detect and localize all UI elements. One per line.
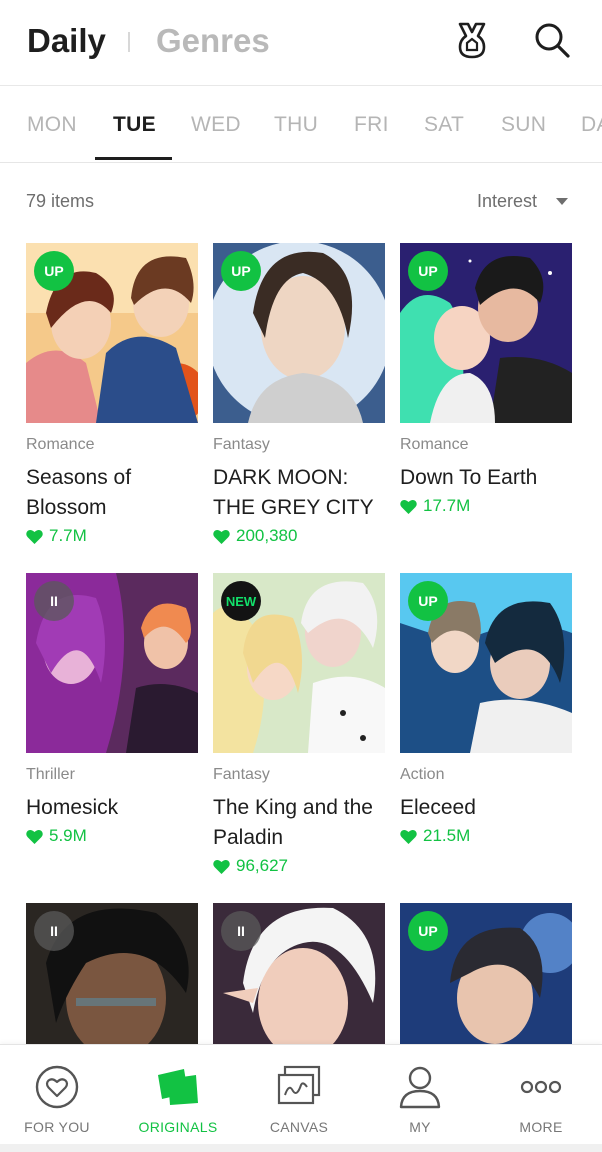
like-value: 17.7M — [423, 496, 471, 515]
comic-thumbnail[interactable]: NEW — [213, 573, 385, 753]
nav-label: ORIGINALS — [138, 1119, 218, 1135]
status-badge: UP — [34, 251, 74, 291]
bottom-nav: FOR YOU ORIGINALS CANVAS MY MORE — [0, 1044, 602, 1144]
item-count: 79 items — [26, 191, 95, 211]
comic-title: Homesick — [26, 796, 119, 819]
comic-thumbnail[interactable]: UP — [213, 243, 385, 423]
like-count: 17.7M — [400, 496, 470, 516]
comic-title: Down To Earth — [400, 466, 538, 489]
nav-for-you[interactable]: FOR YOU — [0, 1045, 117, 1145]
tab-tue[interactable]: TUE — [113, 113, 156, 137]
nav-originals[interactable]: ORIGINALS — [118, 1045, 238, 1145]
comic-thumbnail[interactable]: UP — [26, 243, 198, 423]
nav-label: MORE — [519, 1119, 563, 1135]
tab-daily-pass[interactable]: DA — [581, 113, 602, 137]
originals-icon[interactable] — [154, 1063, 202, 1111]
comic-genre: Fantasy — [213, 436, 270, 453]
nav-label: MY — [409, 1119, 431, 1135]
tab-sun[interactable]: SUN — [501, 113, 546, 137]
more-icon[interactable] — [517, 1063, 565, 1111]
heart-icon — [213, 529, 230, 544]
like-count: 7.7M — [26, 526, 87, 546]
caret-down-icon[interactable] — [556, 198, 568, 205]
paused-badge: II — [34, 581, 74, 621]
comic-thumbnail[interactable]: UP — [400, 573, 572, 753]
sort-dropdown[interactable]: Interest — [477, 191, 537, 212]
comic-thumbnail[interactable]: II — [26, 573, 198, 753]
comic-genre: Thriller — [26, 766, 75, 783]
heart-icon — [26, 529, 43, 544]
comic-title: Eleceed — [400, 796, 476, 819]
comic-genre: Fantasy — [213, 766, 270, 783]
new-badge: NEW — [221, 581, 261, 621]
tab-thu[interactable]: THU — [274, 113, 318, 137]
status-badge: UP — [408, 911, 448, 951]
paused-badge: II — [221, 911, 261, 951]
like-count: 21.5M — [400, 826, 470, 846]
day-tabs: MON TUE WED THU FRI SAT SUN DA — [0, 87, 602, 163]
tab-mon[interactable]: MON — [27, 113, 77, 137]
comic-genre: Action — [400, 766, 445, 783]
tab-wed[interactable]: WED — [191, 113, 241, 137]
nav-label: FOR YOU — [24, 1119, 90, 1135]
like-count: 5.9M — [26, 826, 87, 846]
nav-more[interactable]: MORE — [481, 1045, 601, 1145]
nav-my[interactable]: MY — [360, 1045, 480, 1145]
status-badge: UP — [221, 251, 261, 291]
like-value: 21.5M — [423, 826, 471, 845]
like-value: 96,627 — [236, 856, 288, 875]
comic-title: Seasons of Blossom — [26, 466, 132, 519]
heart-icon — [400, 499, 417, 514]
heart-icon — [213, 859, 230, 874]
comic-title: DARK MOON: THE GREY CITY — [213, 466, 374, 519]
tab-genres[interactable]: Genres — [156, 22, 270, 60]
active-tab-indicator — [95, 157, 172, 160]
top-header: Daily Genres — [0, 0, 602, 86]
like-value: 200,380 — [236, 526, 298, 545]
tab-fri[interactable]: FRI — [354, 113, 389, 137]
header-divider — [128, 32, 130, 52]
system-gesture-bar — [0, 1144, 602, 1152]
like-count: 200,380 — [213, 526, 297, 546]
heart-icon — [26, 829, 43, 844]
comic-thumbnail[interactable]: UP — [400, 243, 572, 423]
tab-sat[interactable]: SAT — [424, 113, 464, 137]
comic-title: The King and the Paladin — [213, 796, 373, 849]
like-count: 96,627 — [213, 856, 288, 876]
award-icon[interactable] — [450, 18, 494, 62]
paused-badge: II — [34, 911, 74, 951]
nav-label: CANVAS — [269, 1119, 329, 1135]
status-badge: UP — [408, 581, 448, 621]
status-badge: UP — [408, 251, 448, 291]
like-value: 5.9M — [49, 826, 87, 845]
heart-circle-icon[interactable] — [33, 1063, 81, 1111]
search-icon[interactable] — [530, 18, 574, 62]
comic-genre: Romance — [400, 436, 469, 453]
user-icon[interactable] — [396, 1063, 444, 1111]
tab-daily[interactable]: Daily — [27, 22, 106, 60]
canvas-icon[interactable] — [275, 1063, 323, 1111]
like-value: 7.7M — [49, 526, 87, 545]
heart-icon — [400, 829, 417, 844]
nav-canvas[interactable]: CANVAS — [239, 1045, 359, 1145]
comic-genre: Romance — [26, 436, 95, 453]
